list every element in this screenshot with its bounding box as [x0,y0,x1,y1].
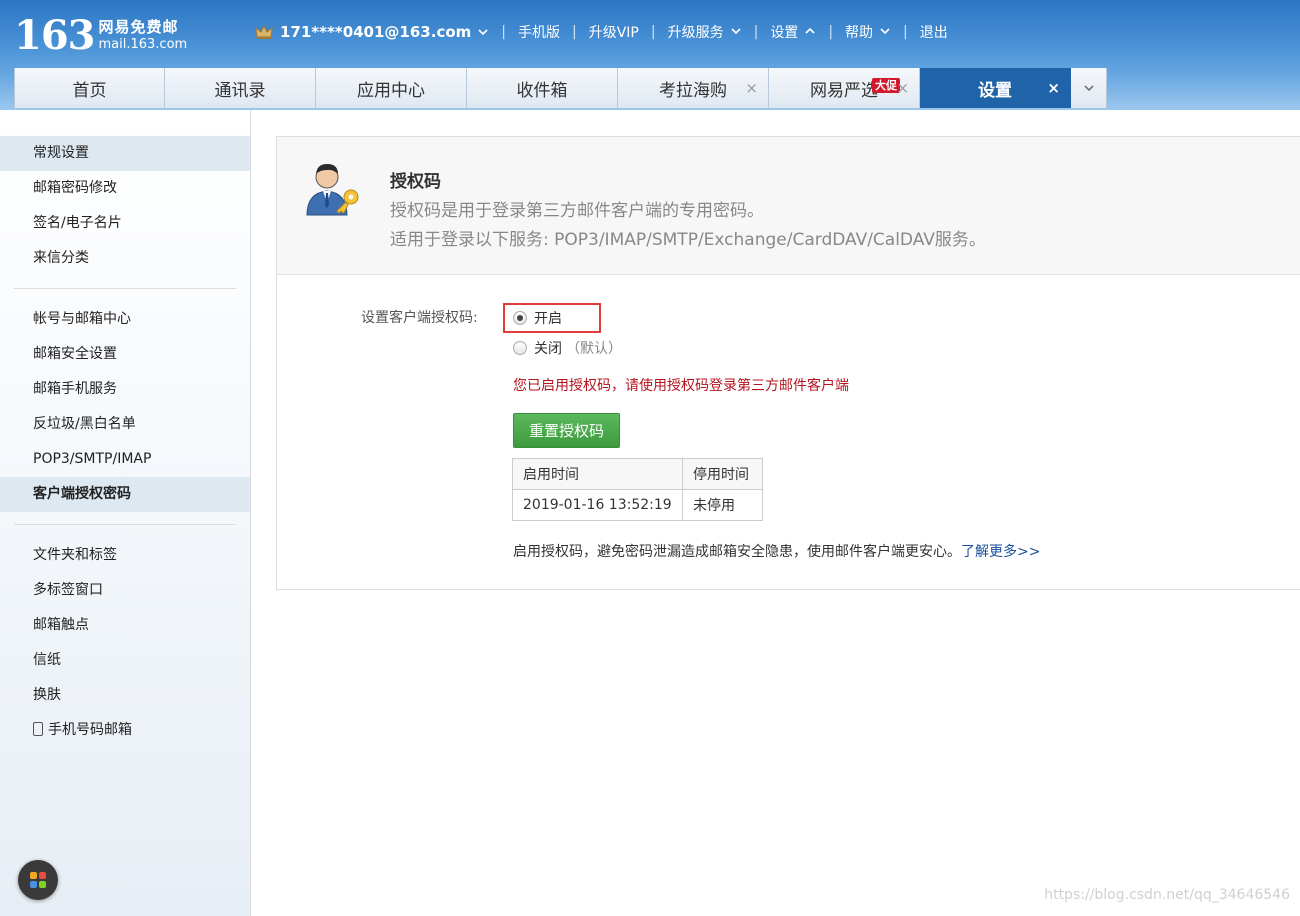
sidebar-item-mail-rules[interactable]: 来信分类 [0,241,250,276]
nav-group-misc: 文件夹和标签 多标签窗口 邮箱触点 信纸 换肤 手机号码邮箱 [0,538,250,748]
sidebar-item-security[interactable]: 邮箱安全设置 [0,337,250,372]
sidebar-item-stationery[interactable]: 信纸 [0,643,250,678]
nav-group-account: 帐号与邮箱中心 邮箱安全设置 邮箱手机服务 反垃圾/黑白名单 POP3/SMTP… [0,302,250,512]
tab-yanxuan[interactable]: 网易严选 大促 × [769,68,920,108]
account-name[interactable]: 171****0401@163.com [280,23,471,41]
panel-header: 授权码 授权码是用于登录第三方邮件客户端的专用密码。 适用于登录以下服务: PO… [277,137,1300,275]
sidebar-item-folders[interactable]: 文件夹和标签 [0,538,250,573]
settings-sidebar: 常规设置 邮箱密码修改 签名/电子名片 来信分类 帐号与邮箱中心 邮箱安全设置 … [0,110,251,916]
auth-setting-label: 设置客户端授权码: [361,310,478,326]
disabled-time: 未停用 [682,489,763,521]
crown-icon [255,24,273,39]
sidebar-item-signature[interactable]: 签名/电子名片 [0,206,250,241]
reset-auth-code-button[interactable]: 重置授权码 [513,413,620,448]
tab-inbox[interactable]: 收件箱 [467,68,618,108]
close-icon[interactable]: × [745,79,758,97]
auth-history-table: 启用时间 停用时间 2019-01-16 13:52:19 未停用 [512,458,763,521]
status-notice: 您已启用授权码，请使用授权码登录第三方邮件客户端 [513,378,849,394]
app-launcher-button[interactable] [18,860,58,900]
sidebar-item-touchpoint[interactable]: 邮箱触点 [0,608,250,643]
logo-number: 163 [14,12,95,59]
top-toolbar: 171****0401@163.com | 手机版 | 升级VIP | 升级服务… [254,20,948,44]
sidebar-item-account-center[interactable]: 帐号与邮箱中心 [0,302,250,337]
more-tabs-button[interactable] [1071,68,1107,108]
table-header: 停用时间 [682,458,763,490]
sidebar-item-phone-mailbox[interactable]: 手机号码邮箱 [0,713,250,748]
tab-settings[interactable]: 设置 × [920,68,1071,108]
radio-button[interactable] [513,341,527,355]
sidebar-item-general[interactable]: 常规设置 [0,136,250,171]
close-icon[interactable]: × [1047,79,1060,97]
sidebar-divider [14,524,236,525]
tab-app-center[interactable]: 应用中心 [316,68,467,108]
chevron-down-icon [880,28,890,35]
phone-icon [33,722,43,736]
radio-button-checked[interactable] [513,311,527,325]
learn-more-link[interactable]: 了解更多>> [961,544,1040,560]
tab-bar: 首页 通讯录 应用中心 收件箱 考拉海购 × 网易严选 大促 × 设置 × [14,68,1107,108]
security-tip: 启用授权码，避免密码泄漏造成邮箱安全隐患，使用邮件客户端更安心。了解更多>> [513,544,1041,560]
page-title: 授权码 [390,172,441,192]
close-icon[interactable]: × [896,79,909,97]
sidebar-item-skin[interactable]: 换肤 [0,678,250,713]
radio-disable[interactable]: 关闭 （默认） [513,337,622,359]
tab-kaola[interactable]: 考拉海购 × [618,68,769,108]
upgrade-service-menu[interactable]: 升级服务 [668,22,742,42]
radio-enable[interactable]: 开启 [513,307,562,329]
chevron-up-icon [805,27,815,34]
enabled-time: 2019-01-16 13:52:19 [512,489,683,521]
logout-link[interactable]: 退出 [920,22,948,42]
chevron-down-icon [1083,85,1094,92]
sidebar-item-mobile-service[interactable]: 邮箱手机服务 [0,372,250,407]
panel-description: 授权码是用于登录第三方邮件客户端的专用密码。 [390,201,764,221]
tab-contacts[interactable]: 通讯录 [165,68,316,108]
sidebar-item-pop3[interactable]: POP3/SMTP/IMAP [0,442,250,477]
logo-domain: mail.163.com [98,37,188,52]
sidebar-item-antispam[interactable]: 反垃圾/黑白名单 [0,407,250,442]
settings-menu[interactable]: 设置 [770,22,816,42]
user-key-icon [306,164,359,216]
help-menu[interactable]: 帮助 [845,22,891,42]
watermark: https://blog.csdn.net/qq_34646546 [1044,887,1290,903]
app-header: 163 网易免费邮 mail.163.com 171****0401@163.c… [0,0,1300,110]
table-header: 启用时间 [512,458,683,490]
sidebar-divider [14,288,236,289]
chevron-down-icon[interactable] [477,26,489,38]
upgrade-vip-link[interactable]: 升级VIP [589,22,639,42]
apps-icon [30,872,46,888]
table-row: 2019-01-16 13:52:19 未停用 [512,489,763,521]
logo-name: 网易免费邮 [98,18,179,36]
sidebar-item-multi-tab[interactable]: 多标签窗口 [0,573,250,608]
sidebar-item-client-auth[interactable]: 客户端授权密码 [0,477,250,512]
sidebar-item-password[interactable]: 邮箱密码修改 [0,171,250,206]
auth-code-panel: 授权码 授权码是用于登录第三方邮件客户端的专用密码。 适用于登录以下服务: PO… [276,136,1300,590]
nav-group-general: 常规设置 邮箱密码修改 签名/电子名片 来信分类 [0,136,250,276]
tab-home[interactable]: 首页 [14,68,165,108]
panel-services: 适用于登录以下服务: POP3/IMAP/SMTP/Exchange/CardD… [390,230,986,250]
brand-logo[interactable]: 163 网易免费邮 mail.163.com [14,14,187,58]
mobile-link[interactable]: 手机版 [518,22,560,42]
chevron-down-icon [731,28,741,35]
